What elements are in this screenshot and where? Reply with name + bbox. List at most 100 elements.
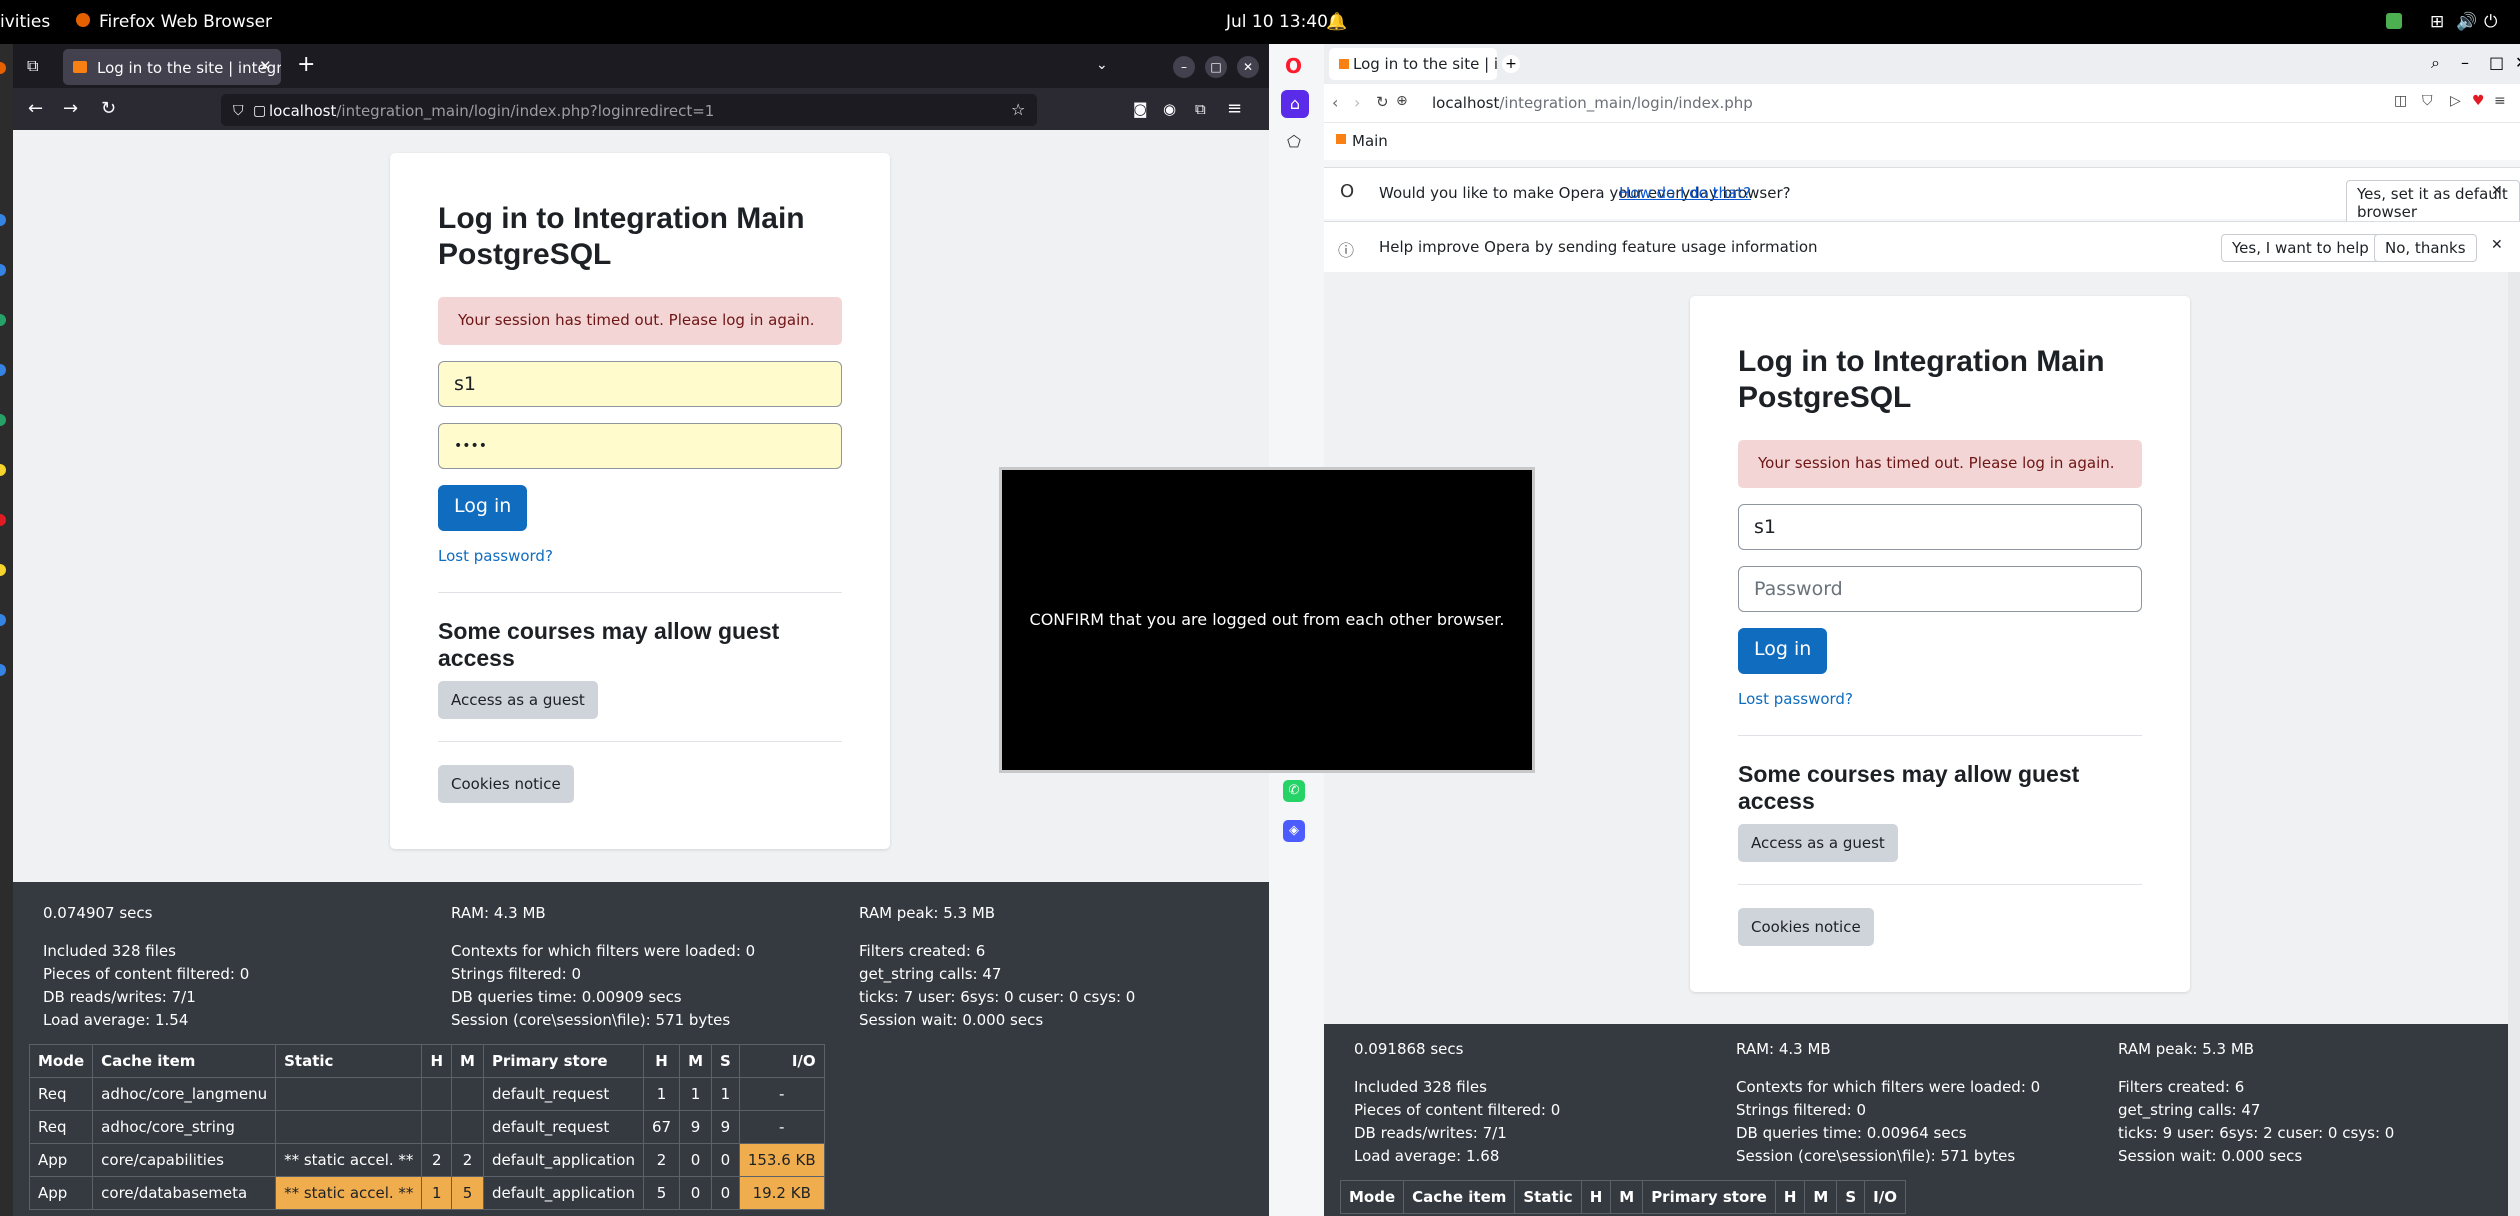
aria-icon[interactable]: ◈ xyxy=(1283,820,1305,842)
perf-db-time: DB queries time: 0.00964 secs xyxy=(1736,1124,1967,1142)
cache-cell: ** static accel. ** xyxy=(275,1176,423,1210)
perf-ram: RAM: 4.3 MB xyxy=(451,904,546,922)
cache-cell: adhoc/core_string xyxy=(92,1110,277,1144)
lost-password-link[interactable]: Lost password? xyxy=(438,547,553,565)
list-all-tabs-icon[interactable]: ⌄ xyxy=(1096,56,1108,74)
network-icon[interactable]: ⊞ xyxy=(2430,12,2444,32)
reload-icon[interactable]: ↻ xyxy=(101,100,116,118)
close-bar-icon[interactable]: ✕ xyxy=(2491,183,2503,199)
menu-icon[interactable]: ≡ xyxy=(1227,100,1242,118)
username-field[interactable]: s1 xyxy=(438,361,842,407)
dock-app-icon[interactable] xyxy=(0,364,6,376)
account-icon[interactable]: ◉ xyxy=(1163,100,1176,118)
close-window-icon[interactable]: ✕ xyxy=(1237,56,1259,78)
opera-active-tab[interactable]: Log in to the site | in xyxy=(1329,48,1497,80)
login-button[interactable]: Log in xyxy=(438,485,528,531)
dock-app-icon[interactable] xyxy=(0,264,6,276)
reload-icon[interactable]: ↻ xyxy=(1376,93,1389,111)
search-tabs-icon[interactable]: ⌕ xyxy=(2431,53,2440,73)
new-tab-icon[interactable]: + xyxy=(1502,55,1520,73)
cache-cell: default_application xyxy=(482,1176,644,1210)
cache-header-cell: I/O xyxy=(1864,1180,1906,1214)
cache-cell xyxy=(421,1077,452,1111)
heart-icon[interactable]: ♥ xyxy=(2472,93,2485,109)
back-icon[interactable]: ← xyxy=(28,100,43,118)
maximize-icon[interactable]: □ xyxy=(1205,56,1227,78)
cache-cell: 5 xyxy=(642,1176,681,1210)
firefox-active-tab[interactable]: Log in to the site | integra xyxy=(63,49,281,85)
dock-app-icon[interactable] xyxy=(0,514,6,526)
shield-icon[interactable]: ⛉ xyxy=(233,102,244,120)
guest-access-button[interactable]: Access as a guest xyxy=(438,681,598,719)
minimize-icon[interactable]: – xyxy=(1173,56,1195,78)
cache-cell: 153.6 KB xyxy=(738,1143,825,1177)
cache-cell: 5 xyxy=(451,1176,484,1210)
notification-icon[interactable]: 🔔 xyxy=(1326,12,1347,32)
cache-cell: 1 xyxy=(642,1077,681,1111)
password-field[interactable]: Password xyxy=(1738,566,2142,612)
whatsapp-icon[interactable]: ✆ xyxy=(1283,780,1305,802)
tab-list-icon[interactable]: ⧉ xyxy=(27,57,38,75)
back-icon[interactable]: ‹ xyxy=(1332,93,1338,112)
scrollbar[interactable] xyxy=(2508,272,2520,1216)
bookmark-star-icon[interactable]: ☆ xyxy=(1011,101,1025,119)
activities-button[interactable]: ivities xyxy=(0,12,50,32)
username-field[interactable]: s1 xyxy=(1738,504,2142,550)
login-button[interactable]: Log in xyxy=(1738,628,1828,674)
guest-access-button[interactable]: Access as a guest xyxy=(1738,824,1898,862)
forward-icon[interactable]: → xyxy=(63,100,78,118)
cache-cell: 0 xyxy=(711,1176,740,1210)
bookmark-main[interactable]: Main xyxy=(1352,132,1388,150)
dock-app-icon[interactable] xyxy=(0,464,6,476)
dock-app-icon[interactable] xyxy=(0,564,6,576)
perf-db-time: DB queries time: 0.00909 secs xyxy=(451,988,682,1006)
snapshot-icon[interactable]: ◫ xyxy=(2394,93,2407,109)
tray-app-icon[interactable] xyxy=(2386,13,2402,29)
clock[interactable]: Jul 10 13:40 xyxy=(1226,12,1328,32)
maximize-icon[interactable]: □ xyxy=(2489,53,2504,72)
new-tab-icon[interactable]: + xyxy=(297,54,315,76)
tab-title: Log in to the site | in xyxy=(1353,55,1497,73)
cache-header-row: Mode Cache item Static H M Primary store H M S I/… xyxy=(1339,1180,1906,1214)
improve-no-button[interactable]: No, thanks xyxy=(2374,234,2477,262)
lost-password-link[interactable]: Lost password? xyxy=(1738,690,1853,708)
firefox-url-bar[interactable]: ⛉ ▢ localhost/integration_main/login/ind… xyxy=(221,94,1037,126)
cache-header-cell: S xyxy=(711,1044,740,1078)
cookies-notice-button[interactable]: Cookies notice xyxy=(438,765,574,803)
page-info-icon[interactable]: ▢ xyxy=(253,102,266,120)
close-tab-icon[interactable]: ✕ xyxy=(259,57,272,75)
pinboard-icon[interactable]: ⬠ xyxy=(1287,132,1301,151)
cache-header-cell: M xyxy=(451,1044,484,1078)
power-icon[interactable]: ⏻ xyxy=(2484,12,2497,32)
password-field[interactable]: •••• xyxy=(438,423,842,469)
easy-setup-icon[interactable]: ≡ xyxy=(2494,93,2506,109)
perf-ticks: ticks: 9 user: 6sys: 2 cuser: 0 csys: 0 xyxy=(2118,1124,2395,1142)
close-window-icon[interactable]: ✕ xyxy=(2515,53,2520,72)
dock-app-icon[interactable] xyxy=(0,614,6,626)
how-do-i-link[interactable]: How do I do that? xyxy=(1619,184,1751,202)
minimize-icon[interactable]: – xyxy=(2461,53,2469,72)
pocket-icon[interactable]: ◙ xyxy=(1133,100,1148,118)
system-top-bar: ivities Firefox Web Browser Jul 10 13:40… xyxy=(0,0,2520,44)
home-icon[interactable]: ⌂ xyxy=(1281,90,1309,118)
adblock-icon[interactable]: ⛉ xyxy=(2422,93,2433,109)
dock-app-icon[interactable] xyxy=(0,214,6,226)
site-info-icon[interactable]: ⊕ xyxy=(1396,93,1408,109)
dock-app-icon[interactable] xyxy=(0,314,6,326)
player-icon[interactable]: ▷ xyxy=(2450,93,2461,109)
opera-logo-icon[interactable]: O xyxy=(1285,54,1302,78)
volume-icon[interactable]: 🔊 xyxy=(2456,12,2477,32)
dock-app-icon[interactable] xyxy=(0,664,6,676)
dock-app-icon[interactable] xyxy=(0,62,6,74)
extensions-icon[interactable]: ⧉ xyxy=(1195,100,1206,118)
dock-app-icon[interactable] xyxy=(0,414,6,426)
improve-yes-button[interactable]: Yes, I want to help xyxy=(2221,234,2380,262)
opera-url-bar[interactable]: localhost/integration_main/login/index.p… xyxy=(1432,94,1753,112)
app-menu[interactable]: Firefox Web Browser xyxy=(99,12,272,32)
perf-time: 0.091868 secs xyxy=(1354,1040,1464,1058)
cookies-notice-button[interactable]: Cookies notice xyxy=(1738,908,1874,946)
forward-icon[interactable]: › xyxy=(1354,93,1360,112)
close-bar-icon[interactable]: ✕ xyxy=(2491,237,2503,253)
url-host: localhost xyxy=(269,102,337,120)
moodle-favicon-icon xyxy=(73,61,87,73)
